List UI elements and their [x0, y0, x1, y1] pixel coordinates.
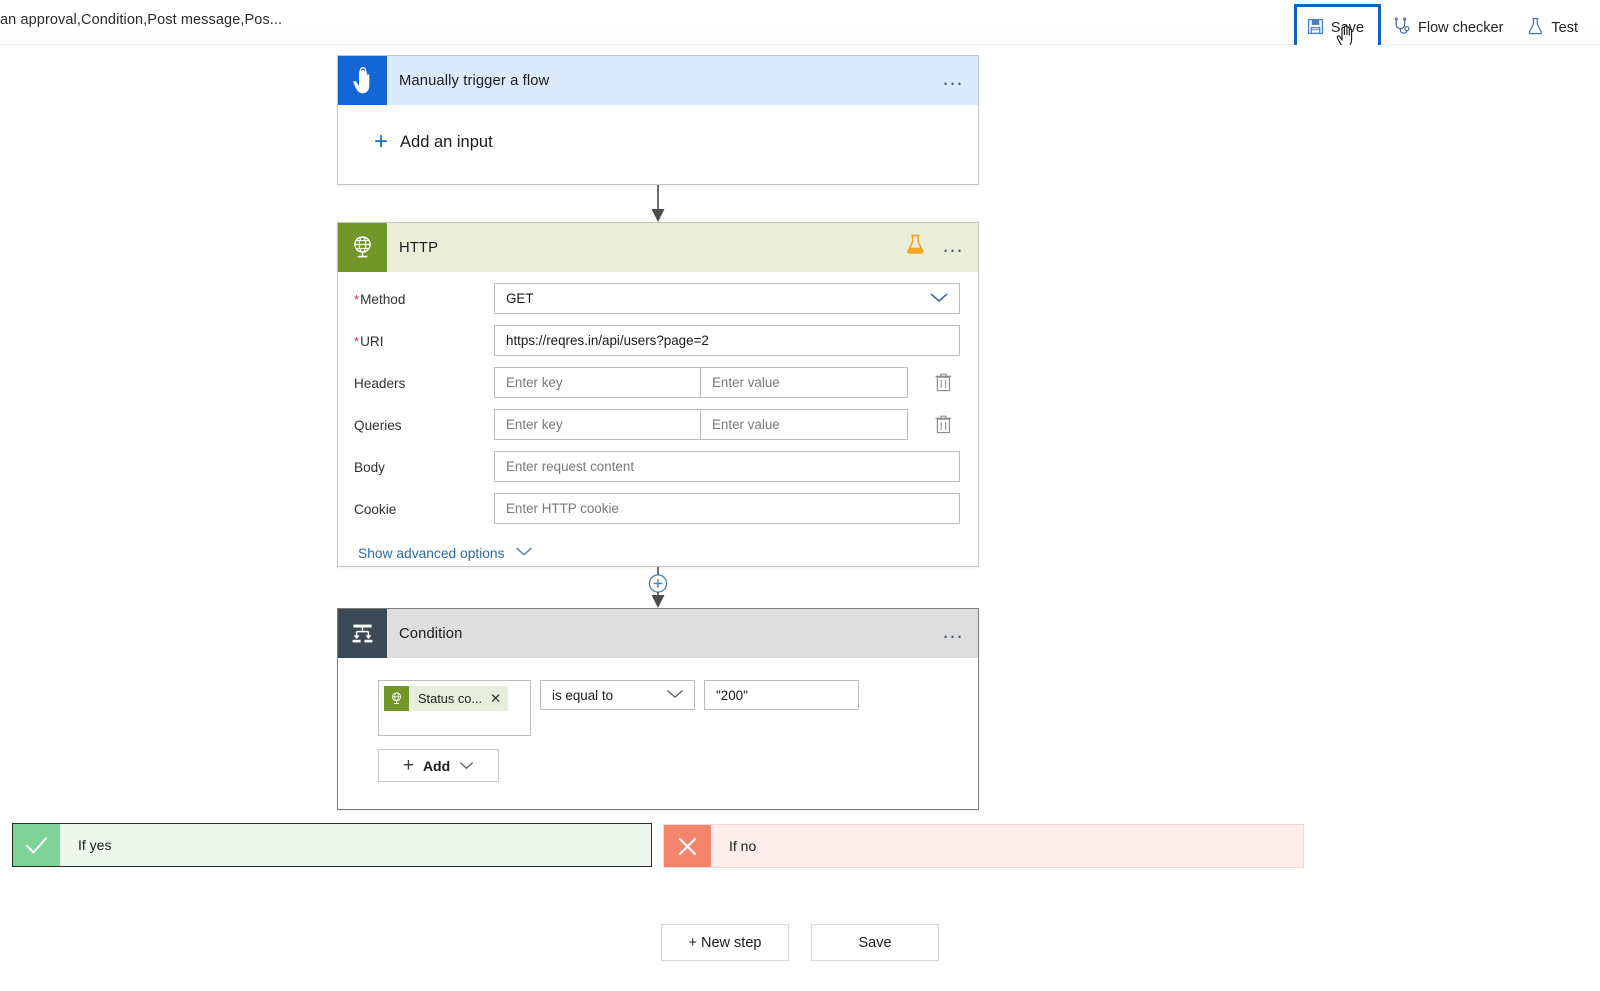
add-an-input-label: Add an input	[400, 132, 493, 151]
condition-value: "200"	[716, 687, 748, 703]
method-field-label: *Method	[354, 283, 494, 307]
branch-if-yes[interactable]: If yes	[12, 823, 652, 867]
condition-card-header[interactable]: Condition …	[338, 609, 978, 658]
http-header-actions: …	[905, 223, 967, 272]
save-button-label: Save	[1330, 19, 1364, 36]
body-field-label: Body	[354, 460, 385, 475]
show-advanced-options-label: Show advanced options	[358, 545, 505, 561]
branch-if-no[interactable]: If no	[663, 824, 1304, 868]
http-card-header[interactable]: HTTP …	[338, 223, 978, 272]
floppy-disk-icon	[1307, 18, 1324, 39]
condition-add-label: Add	[422, 757, 451, 774]
top-command-bar: an approval,Condition,Post message,Pos..…	[0, 0, 1600, 85]
close-x-icon[interactable]: ✕	[490, 691, 501, 707]
field-row-headers: Headers Enter key Enter value	[338, 367, 978, 398]
trash-icon[interactable]	[934, 372, 953, 398]
trigger-card-header[interactable]: Manually trigger a flow …	[338, 56, 978, 105]
checkmark-icon	[13, 824, 60, 866]
uri-field-label: *URI	[354, 325, 494, 349]
flask-icon	[905, 233, 926, 262]
save-button-inner[interactable]: Save	[1297, 7, 1378, 49]
uri-label-text: URI	[360, 334, 384, 349]
condition-operator-value: is equal to	[552, 687, 614, 703]
chevron-down-icon	[929, 291, 949, 306]
add-an-input-button[interactable]: + Add an input	[338, 105, 978, 154]
headers-field-label: Headers	[354, 376, 406, 391]
http-action-card[interactable]: HTTP … *Method GET *URI https://reqres.i…	[337, 222, 979, 567]
trigger-header-actions: …	[942, 56, 967, 105]
queries-keyvalue: Enter key Enter value	[494, 409, 908, 440]
dynamic-content-token[interactable]: Status co... ✕	[384, 686, 509, 711]
bottom-action-bar: + New step Save	[0, 924, 1600, 961]
plus-icon: +	[402, 755, 414, 776]
cookie-field-label: Cookie	[354, 502, 397, 517]
test-button[interactable]: Test	[1515, 10, 1590, 46]
globe-network-icon	[338, 223, 387, 272]
required-asterisk: *	[354, 292, 360, 307]
condition-expression-row: Status co... ✕ is equal to "200"	[378, 680, 978, 736]
condition-operator-dropdown[interactable]: is equal to	[540, 680, 695, 710]
stethoscope-icon	[1393, 17, 1411, 39]
show-advanced-options-button[interactable]: Show advanced options	[338, 524, 978, 562]
queries-field-label: Queries	[354, 418, 402, 433]
condition-action-card[interactable]: Condition … Status co... ✕ is equal to "…	[337, 608, 979, 810]
close-x-icon	[664, 825, 711, 867]
breadcrumb: an approval,Condition,Post message,Pos..…	[0, 12, 283, 28]
condition-card-title: Condition	[399, 625, 463, 642]
condition-card-body: Status co... ✕ is equal to "200" + Add	[338, 658, 978, 782]
flow-checker-button[interactable]: Flow checker	[1381, 10, 1515, 46]
http-card-body: *Method GET *URI https://reqres.in/api/u…	[338, 283, 978, 562]
token-label: Status co...	[418, 691, 483, 706]
method-dropdown[interactable]: GET	[494, 283, 960, 314]
flow-canvas: Manually trigger a flow … + Add an input	[0, 45, 1600, 991]
queries-key-input[interactable]: Enter key	[494, 409, 701, 440]
http-card-title: HTTP	[399, 239, 439, 256]
field-row-queries: Queries Enter key Enter value	[338, 409, 978, 440]
flow-checker-label: Flow checker	[1417, 19, 1504, 36]
cookie-input[interactable]: Enter HTTP cookie	[494, 493, 960, 524]
branch-if-no-label: If no	[729, 838, 757, 854]
headers-value-input[interactable]: Enter value	[701, 367, 908, 398]
chevron-down-icon	[459, 757, 474, 775]
field-row-method: *Method GET	[338, 283, 978, 314]
condition-value-input[interactable]: "200"	[704, 680, 859, 710]
flask-icon	[1527, 17, 1544, 39]
headers-key-input[interactable]: Enter key	[494, 367, 701, 398]
touch-hand-icon	[338, 56, 387, 105]
trash-icon[interactable]	[934, 414, 953, 440]
method-value: GET	[506, 291, 534, 306]
chevron-down-icon	[515, 544, 533, 562]
bottom-save-button[interactable]: Save	[811, 924, 939, 961]
condition-branch-icon	[338, 609, 387, 658]
uri-input[interactable]: https://reqres.in/api/users?page=2	[494, 325, 960, 356]
test-label: Test	[1551, 19, 1578, 36]
branch-if-yes-label: If yes	[78, 837, 112, 853]
method-label-text: Method	[360, 292, 406, 307]
trigger-card-body: + Add an input	[338, 105, 978, 154]
condition-header-actions: …	[942, 609, 967, 658]
chevron-down-icon	[666, 688, 684, 703]
field-row-body: Body Enter request content	[338, 451, 978, 482]
headers-keyvalue: Enter key Enter value	[494, 367, 908, 398]
ellipsis-icon[interactable]: …	[942, 619, 967, 648]
condition-left-operand[interactable]: Status co... ✕	[378, 680, 531, 736]
uri-value: https://reqres.in/api/users?page=2	[506, 333, 709, 348]
trigger-card-title: Manually trigger a flow	[399, 72, 550, 89]
queries-value-input[interactable]: Enter value	[701, 409, 908, 440]
required-asterisk: *	[354, 334, 360, 349]
field-row-cookie: Cookie Enter HTTP cookie	[338, 493, 978, 524]
new-step-button[interactable]: + New step	[661, 924, 789, 961]
circle-plus-icon[interactable]	[648, 574, 668, 593]
plus-icon: +	[374, 128, 389, 155]
condition-add-button[interactable]: + Add	[378, 749, 499, 782]
ellipsis-icon[interactable]: …	[942, 233, 967, 262]
globe-network-icon	[384, 686, 409, 711]
body-input[interactable]: Enter request content	[494, 451, 960, 482]
trigger-card[interactable]: Manually trigger a flow … + Add an input	[337, 55, 979, 185]
field-row-uri: *URI https://reqres.in/api/users?page=2	[338, 325, 978, 356]
ellipsis-icon[interactable]: …	[942, 66, 967, 95]
